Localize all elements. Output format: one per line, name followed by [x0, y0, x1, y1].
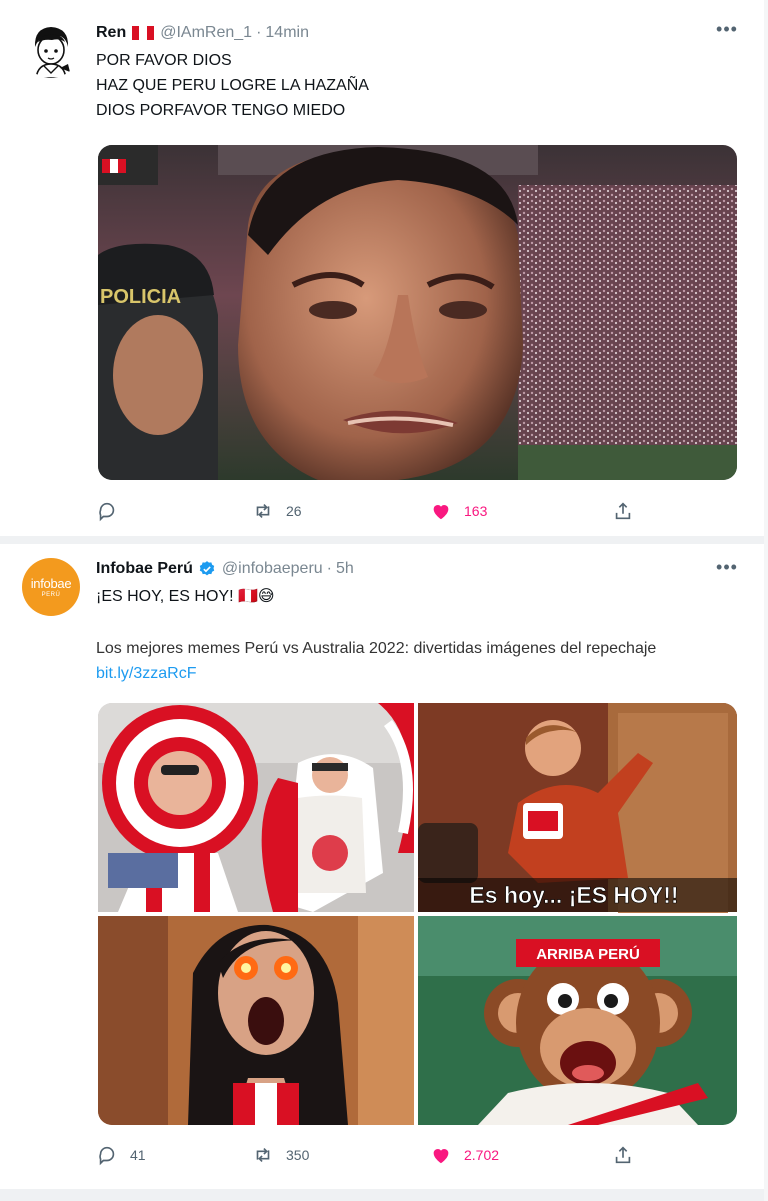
tweet-header: Ren @IAmRen_1 · 14min — [96, 22, 309, 44]
verified-icon — [199, 561, 215, 576]
retweet-icon — [256, 503, 270, 519]
avatar-ren[interactable] — [22, 20, 80, 78]
meme-glowing-eyes[interactable] — [98, 916, 414, 1125]
tweet-text: POR FAVOR DIOS HAZ QUE PERU LOGRE LA HAZ… — [96, 48, 736, 123]
retweet-icon — [256, 1147, 270, 1163]
tweet-text-body: Los mejores memes Perú vs Australia 2022… — [96, 640, 657, 657]
meme-rosettes[interactable] — [98, 703, 414, 912]
retweet-count: 350 — [286, 1147, 310, 1163]
share-icon — [615, 1146, 631, 1164]
feed-divider — [0, 536, 764, 544]
share-icon — [615, 502, 631, 520]
infobae-logo: infobae — [30, 576, 72, 591]
tweet-timestamp[interactable]: 5h — [336, 560, 354, 578]
reply-button[interactable]: 41 — [96, 1140, 146, 1170]
tweet-header: Infobae Perú @infobaeperu · 5h — [96, 558, 354, 580]
reply-button[interactable] — [96, 496, 130, 526]
photo-grid-illustration: Es hoy... ¡ES HOY!! ARRIBA PERÚ — [98, 703, 737, 1125]
tweet-text-line: DIOS PORFAVOR TENGO MIEDO — [96, 102, 346, 119]
tweet-text: Los mejores memes Perú vs Australia 2022… — [96, 636, 716, 686]
share-button[interactable] — [612, 496, 634, 526]
tweet-timestamp[interactable]: 14min — [265, 24, 309, 42]
infobae-logo-sub: PERÚ — [41, 592, 61, 598]
tweet-photo-grid[interactable]: Es hoy... ¡ES HOY!! ARRIBA PERÚ — [98, 703, 737, 1125]
author-name[interactable]: Infobae Perú — [96, 560, 193, 578]
tweet-text-line: HAZ QUE PERU LOGRE LA HAZAÑA — [96, 77, 369, 94]
meme-es-hoy[interactable]: Es hoy... ¡ES HOY!! — [418, 703, 737, 913]
like-button[interactable]: 2.702 — [430, 1140, 499, 1170]
retweet-button[interactable]: 26 — [252, 496, 302, 526]
tweet-text-line: POR FAVOR DIOS — [96, 52, 232, 69]
reply-icon — [99, 502, 115, 522]
like-icon — [433, 1149, 449, 1164]
police-helmet-label: POLICIA — [100, 286, 181, 308]
tweet-text-line: ¡ES HOY, ES HOY! 🇵🇪😅 — [96, 588, 275, 605]
meme-caption: Es hoy... ¡ES HOY!! — [469, 882, 678, 908]
tweet-actions: 26 163 — [96, 496, 656, 526]
like-icon — [433, 505, 449, 520]
like-count: 2.702 — [464, 1147, 500, 1163]
separator-dot: · — [326, 560, 332, 577]
author-handle[interactable]: @infobaeperu — [222, 560, 323, 578]
share-button[interactable] — [612, 1140, 634, 1170]
tweet-actions: 41 350 2.702 — [96, 1140, 656, 1170]
peru-flag-icon — [132, 26, 155, 40]
reply-count: 41 — [130, 1147, 146, 1163]
article-link[interactable]: bit.ly/3zzaRcF — [96, 665, 196, 682]
tweet-photo-crying-player[interactable]: POLICIA — [98, 145, 737, 480]
separator-dot: · — [256, 24, 262, 41]
author-handle[interactable]: @IAmRen_1 — [160, 24, 252, 42]
avatar-infobae[interactable]: infobae PERÚ — [22, 558, 80, 616]
author-name[interactable]: Ren — [96, 24, 126, 42]
reply-icon — [99, 1146, 115, 1166]
meme-monkey-headband[interactable]: ARRIBA PERÚ — [418, 916, 737, 1125]
like-count: 163 — [464, 503, 488, 519]
photo-illustration: POLICIA — [98, 145, 737, 480]
anime-avatar-illustration — [22, 20, 80, 78]
more-icon[interactable]: ••• — [714, 20, 740, 42]
timeline-feed: Ren @IAmRen_1 · 14min ••• POR FAVOR DIOS… — [0, 0, 764, 1201]
like-button[interactable]: 163 — [430, 496, 487, 526]
retweet-button[interactable]: 350 — [252, 1140, 309, 1170]
feed-divider — [0, 1189, 764, 1201]
more-icon[interactable]: ••• — [714, 558, 740, 580]
headband-text: ARRIBA PERÚ — [536, 945, 640, 963]
retweet-count: 26 — [286, 503, 302, 519]
